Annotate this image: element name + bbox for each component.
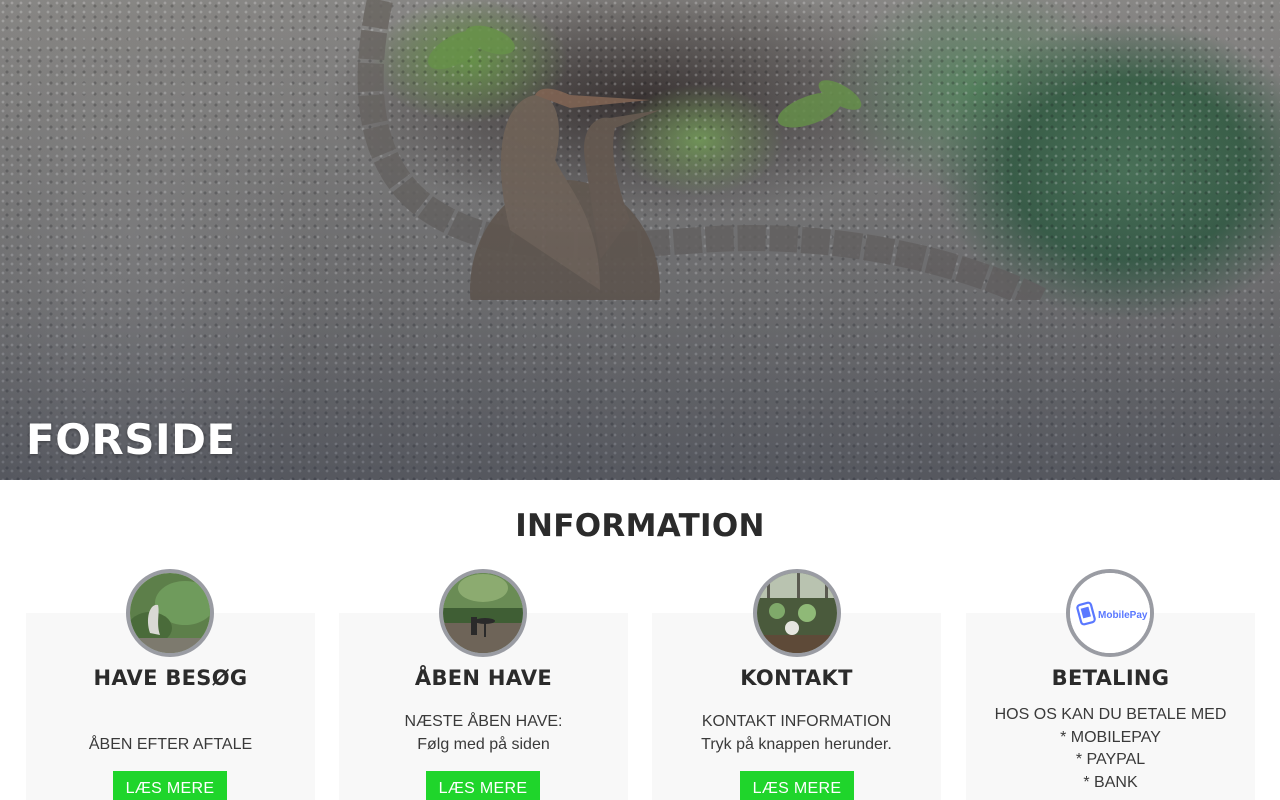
card-image-have-besog bbox=[126, 569, 214, 657]
svg-text:MobilePay: MobilePay bbox=[1098, 610, 1148, 621]
section-title: INFORMATION bbox=[515, 508, 765, 544]
card-text-line: * PAYPAL bbox=[1075, 751, 1146, 768]
read-more-button-kontakt[interactable]: LÆS MERE bbox=[740, 771, 854, 800]
page-title: FORSIDE bbox=[26, 415, 236, 464]
card-image-aben-have bbox=[439, 569, 527, 657]
card-image-kontakt bbox=[753, 569, 841, 657]
card-text-line: ÅBEN EFTER AFTALE bbox=[88, 736, 253, 753]
card-title: KONTAKT bbox=[740, 666, 853, 690]
read-more-button-aben-have[interactable]: LÆS MERE bbox=[426, 771, 540, 800]
card-image-betaling: MobilePay bbox=[1066, 569, 1154, 657]
card-text-line: Tryk på knappen herunder. bbox=[701, 736, 892, 753]
card-title: HAVE BESØG bbox=[93, 666, 248, 690]
card-text-line: KONTAKT INFORMATION bbox=[701, 713, 892, 730]
garden-heron-photo bbox=[130, 573, 210, 653]
garden-table-photo bbox=[443, 573, 523, 653]
garden-greenhouse-photo bbox=[757, 573, 837, 653]
card-text-line: NÆSTE ÅBEN HAVE: bbox=[404, 713, 563, 730]
card-text-line: * MOBILEPAY bbox=[1060, 729, 1161, 746]
read-more-button-have-besog[interactable]: LÆS MERE bbox=[113, 771, 227, 800]
card-title: ÅBEN HAVE bbox=[414, 666, 553, 690]
card-text-line: HOS OS KAN DU BETALE MED bbox=[994, 706, 1227, 723]
hero-banner: FORSIDE bbox=[0, 0, 1280, 480]
mobilepay-logo: MobilePay bbox=[1070, 573, 1150, 653]
card-text-line: * BANK bbox=[1083, 774, 1138, 791]
card-text-line: Følg med på siden bbox=[417, 736, 550, 753]
card-title: BETALING bbox=[1051, 666, 1170, 690]
